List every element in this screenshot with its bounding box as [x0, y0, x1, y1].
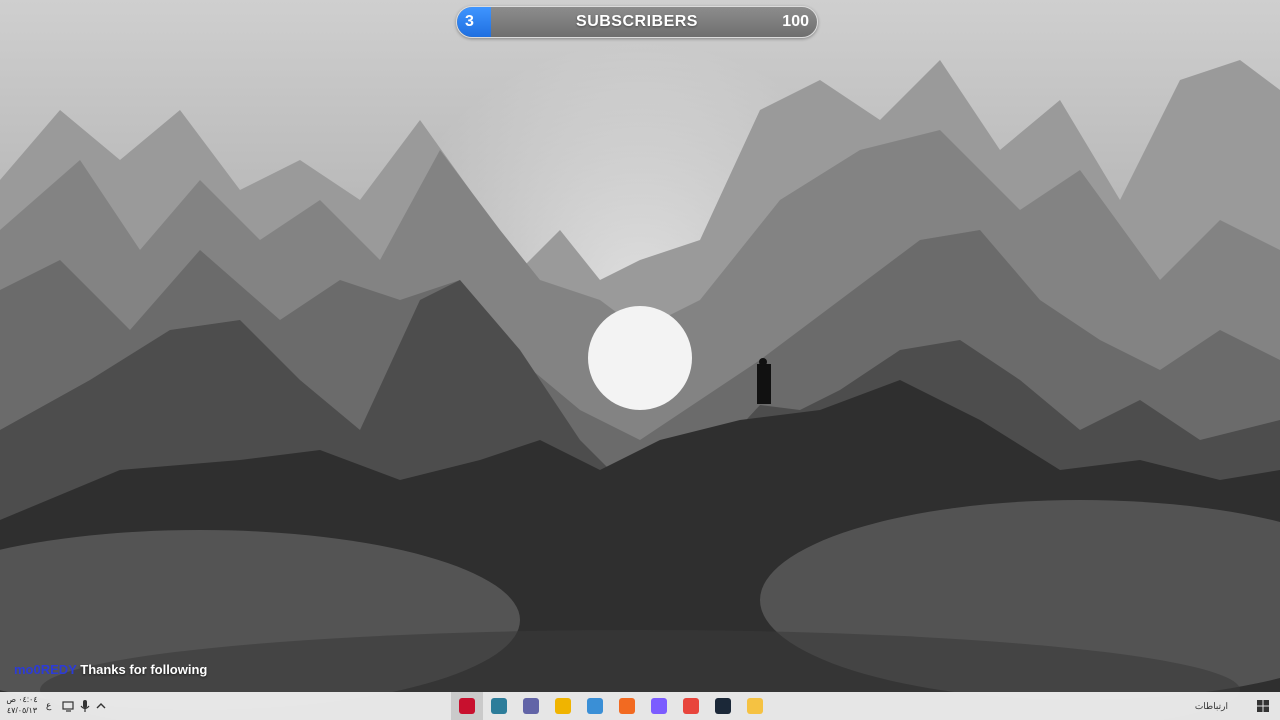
subscriber-label: SUBSCRIBERS — [576, 13, 698, 30]
taskbar-clock[interactable]: ٠٤:٠٤ ص ٤٧/٠٥/١٣ — [4, 694, 40, 716]
fonts-app-icon — [619, 698, 635, 714]
taskbar-apps — [451, 692, 771, 720]
language-indicator[interactable]: ع — [46, 700, 51, 711]
steam-app-button[interactable] — [707, 692, 739, 720]
microphone-icon[interactable] — [78, 699, 92, 713]
steam-app-icon — [715, 698, 731, 714]
file-explorer-app-button[interactable] — [739, 692, 771, 720]
file-explorer-app-icon — [747, 698, 763, 714]
notes-app-button[interactable] — [483, 692, 515, 720]
figure-silhouette — [757, 364, 771, 404]
moon-shape — [588, 306, 692, 410]
clock-time: ٠٤:٠٤ ص — [6, 695, 38, 704]
wallpaper — [0, 0, 1280, 720]
clock-date: ٤٧/٠٥/١٣ — [6, 706, 38, 715]
obs-app-button[interactable] — [451, 692, 483, 720]
teams-app-icon — [523, 698, 539, 714]
follow-alert: mo0REDY Thanks for following — [14, 662, 207, 677]
follow-message: Thanks for following — [80, 662, 208, 677]
terminal-app-icon — [587, 698, 603, 714]
notes-app-icon — [491, 698, 507, 714]
fonts-app-button[interactable] — [611, 692, 643, 720]
terminal-app-button[interactable] — [579, 692, 611, 720]
network-icon[interactable] — [62, 699, 76, 713]
taskbar: ٠٤:٠٤ ص ٤٧/٠٥/١٣ ع ارتباطات — [0, 692, 1280, 720]
chrome-app-button[interactable] — [675, 692, 707, 720]
chrome-app-icon — [683, 698, 699, 714]
messenger-app-button[interactable] — [643, 692, 675, 720]
discord-app-icon — [555, 698, 571, 714]
links-toolbar-label[interactable]: ارتباطات — [1195, 701, 1228, 712]
windows-start-icon[interactable] — [1256, 699, 1270, 713]
obs-app-icon — [459, 698, 475, 714]
messenger-app-icon — [651, 698, 667, 714]
teams-app-button[interactable] — [515, 692, 547, 720]
chevron-up-icon[interactable] — [94, 699, 108, 713]
discord-app-button[interactable] — [547, 692, 579, 720]
subscriber-goal-count: 100 — [782, 13, 809, 30]
follower-name: mo0REDY — [14, 662, 77, 677]
desktop: 3 SUBSCRIBERS 100 mo0REDY Thanks for fol… — [0, 0, 1280, 720]
subscriber-goal-bar: 3 SUBSCRIBERS 100 — [456, 6, 818, 38]
